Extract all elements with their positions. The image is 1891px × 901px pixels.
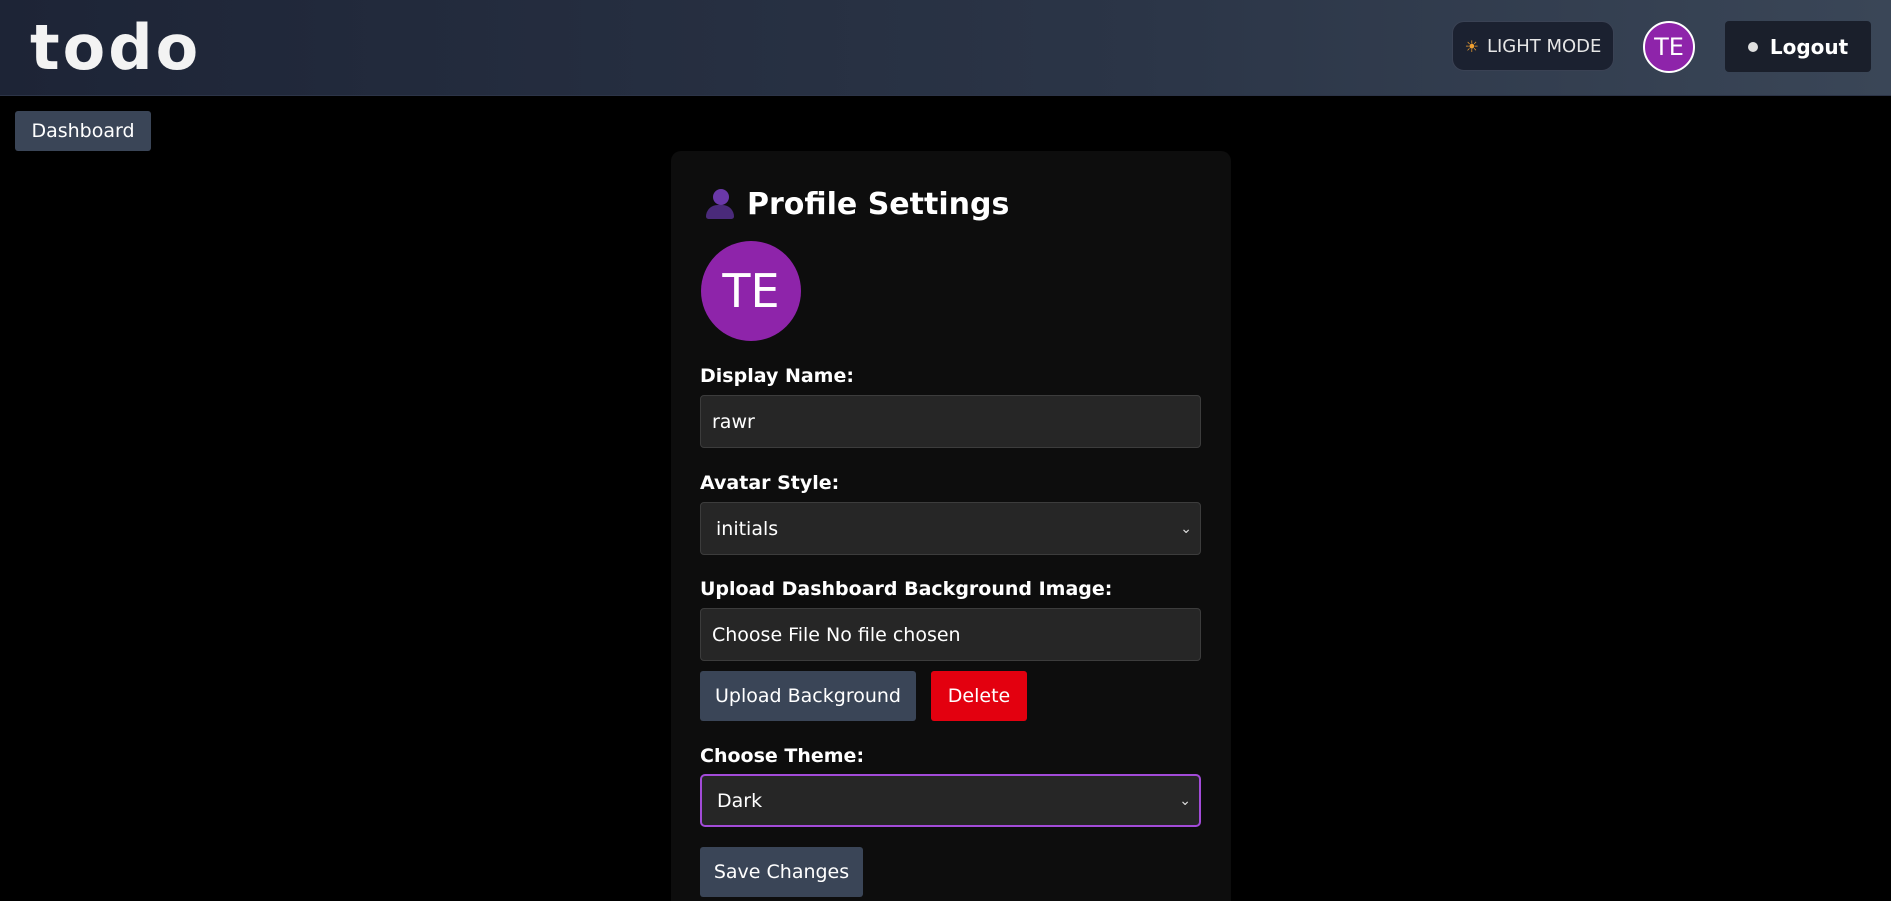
delete-background-button[interactable]: Delete [931,671,1027,721]
user-icon [705,187,735,221]
theme-selected: Dark [717,789,763,812]
sun-icon: ☀ [1464,36,1479,56]
display-name-input[interactable]: rawr [700,395,1201,448]
logout-dot-icon [1747,41,1758,52]
theme-toggle-label: LIGHT MODE [1486,35,1602,57]
avatar-style-select[interactable]: initials ⌄ [700,502,1201,555]
save-changes-button[interactable]: Save Changes [700,847,863,897]
logout-button[interactable]: Logout [1725,21,1871,72]
top-navbar: todo ☀ LIGHT MODE TE Logout [0,0,1891,96]
user-avatar[interactable]: TE [1643,21,1695,73]
display-name-label: Display Name: [700,365,854,387]
chevron-down-icon: ⌄ [1179,792,1191,809]
dashboard-button[interactable]: Dashboard [15,111,151,151]
theme-toggle-button[interactable]: ☀ LIGHT MODE [1452,21,1614,71]
choose-file-button[interactable]: Choose File [712,624,820,646]
logout-label: Logout [1769,34,1849,59]
theme-select[interactable]: Dark ⌄ [700,774,1201,827]
page-title-text: Profile Settings [747,186,1010,222]
background-file-input[interactable]: Choose File No file chosen [700,608,1201,661]
file-status-text: No file chosen [825,623,961,646]
app-logo[interactable]: todo [30,10,201,86]
page-title: Profile Settings [705,184,1009,224]
profile-avatar: TE [701,241,801,341]
avatar-style-label: Avatar Style: [700,472,840,494]
upload-background-button[interactable]: Upload Background [700,671,916,721]
choose-theme-label: Choose Theme: [700,745,865,767]
background-upload-label: Upload Dashboard Background Image: [700,578,1113,600]
avatar-style-selected: initials [716,517,779,540]
chevron-down-icon: ⌄ [1180,520,1192,537]
